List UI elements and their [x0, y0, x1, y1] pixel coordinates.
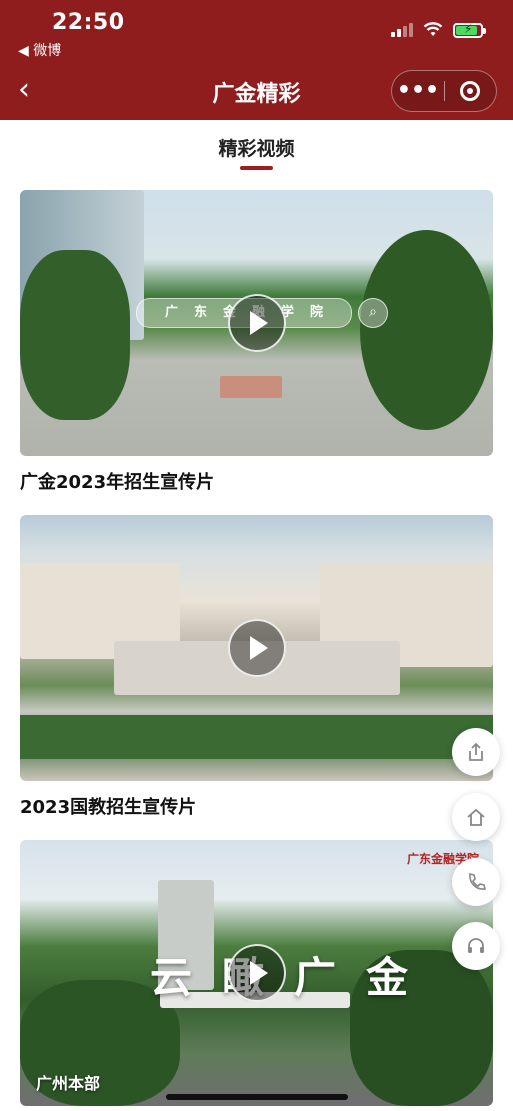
play-icon[interactable] — [227, 944, 286, 1002]
capsule-divider — [444, 81, 445, 101]
video-caption[interactable]: 广金2023年招生宣传片 — [20, 468, 214, 494]
status-time: 22:50 — [52, 10, 125, 35]
home-icon — [467, 808, 485, 826]
phone-icon — [469, 873, 486, 890]
share-icon — [469, 742, 483, 761]
video-thumbnail-2[interactable] — [20, 515, 493, 781]
video-caption[interactable]: 2023国教招生宣传片 — [20, 793, 196, 819]
video-thumbnail-1[interactable]: 广东金融学院 ⌕ — [20, 190, 493, 456]
close-miniprogram-button[interactable] — [460, 81, 480, 101]
search-icon: ⌕ — [358, 298, 388, 328]
wifi-icon — [423, 22, 443, 36]
video-overlay-title: 云瞰广金 — [150, 953, 439, 1002]
signal-icon — [391, 23, 413, 37]
call-button[interactable] — [452, 858, 500, 906]
battery-icon: ⚡ — [453, 22, 486, 38]
share-button[interactable] — [452, 728, 500, 776]
customer-service-button[interactable] — [452, 922, 500, 970]
tab-featured-videos[interactable]: 精彩视频 — [0, 134, 513, 161]
back-to-weibo-link[interactable]: ◀ 微博 — [18, 40, 61, 60]
video-overlay-sign — [220, 376, 282, 398]
campus-label: 广州本部 — [36, 1074, 101, 1093]
video-thumbnail-3[interactable]: 广东金融学院 云瞰广金 广州本部 — [20, 840, 493, 1106]
top-header: 22:50 ◀ 微博 ⚡ ‹ 广金精彩 ••• — [0, 0, 513, 120]
home-indicator — [166, 1094, 348, 1100]
home-button[interactable] — [452, 793, 500, 841]
miniprogram-capsule: ••• — [391, 70, 497, 112]
play-icon[interactable] — [227, 294, 286, 352]
more-options-button[interactable]: ••• — [392, 71, 444, 111]
headset-icon — [468, 938, 484, 953]
tab-active-indicator — [240, 166, 273, 170]
status-indicators: ⚡ — [391, 22, 486, 38]
play-icon[interactable] — [227, 619, 286, 677]
